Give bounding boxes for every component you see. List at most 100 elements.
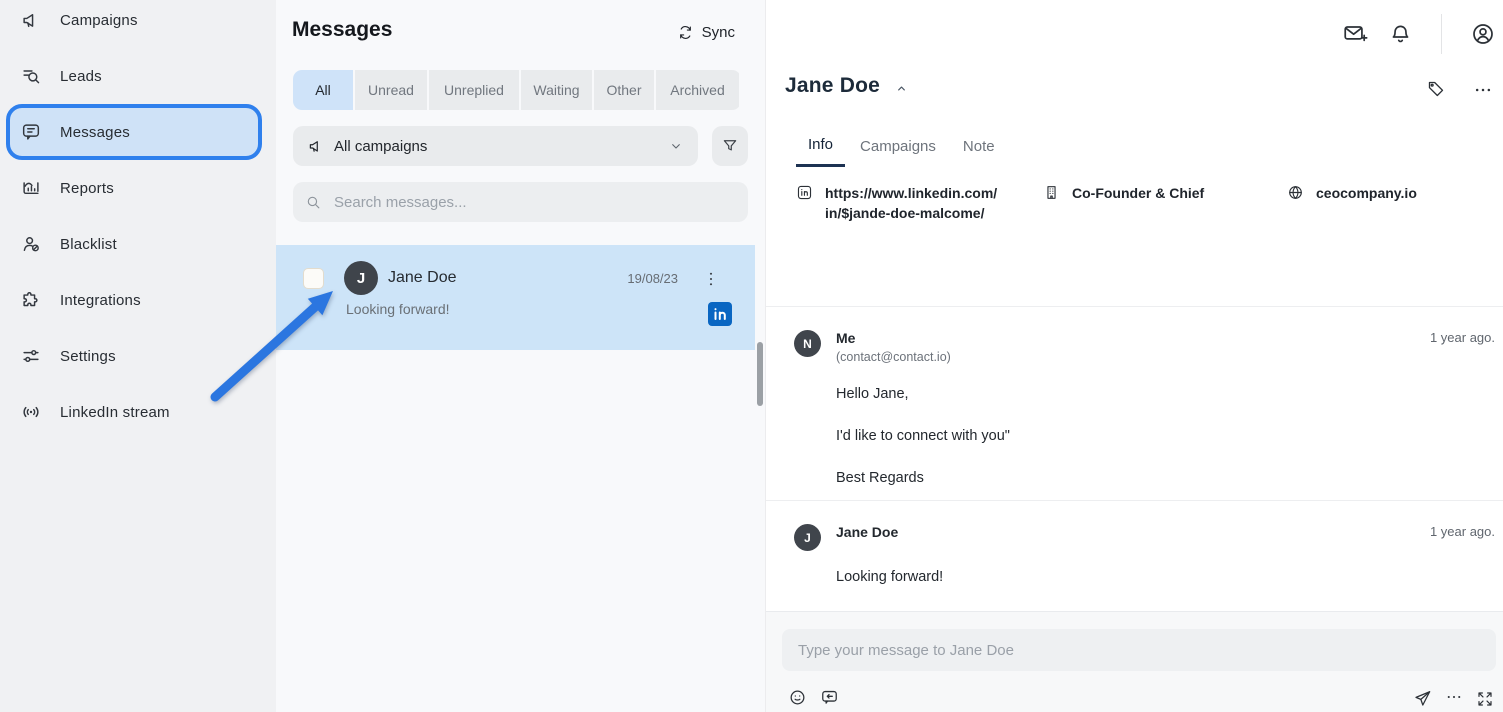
message-timestamp: 1 year ago.: [1430, 330, 1495, 345]
puzzle-icon: [20, 289, 42, 311]
linkedin-url-line: https://www.linkedin.com/: [825, 183, 1025, 203]
linkedin-icon: [796, 184, 813, 223]
composer: [766, 611, 1503, 712]
conversation-preview: Looking forward!: [346, 301, 450, 317]
sidebar-item-label: Integrations: [60, 292, 141, 309]
blocked-user-icon: [20, 233, 42, 255]
page-title: Messages: [292, 18, 392, 42]
contact-linkedin-url[interactable]: https://www.linkedin.com/ in/$jande-doe-…: [796, 183, 1025, 223]
send-icon: [1413, 689, 1432, 708]
sync-icon: [677, 24, 694, 41]
filter-tab-other[interactable]: Other: [594, 70, 654, 110]
message-sender: Me: [836, 330, 951, 346]
toolbar-divider: [1441, 14, 1442, 54]
tag-icon: [1426, 79, 1446, 99]
megaphone-icon: [20, 9, 42, 31]
search-icon: [305, 194, 322, 211]
app-window: Campaigns Leads Messages Reports: [0, 0, 1503, 712]
sidebar-item-reports[interactable]: Reports: [0, 160, 276, 216]
sidebar-item-leads[interactable]: Leads: [0, 48, 276, 104]
smiley-icon: [788, 688, 807, 707]
avatar: J: [344, 261, 378, 295]
sidebar-item-label: Reports: [60, 180, 114, 197]
conversation-checkbox[interactable]: [303, 268, 324, 289]
filter-tab-unread[interactable]: Unread: [355, 70, 427, 110]
building-icon: [1043, 184, 1060, 203]
sync-label: Sync: [702, 24, 735, 41]
account-button[interactable]: [1470, 21, 1496, 47]
sidebar-item-settings[interactable]: Settings: [0, 328, 276, 384]
top-toolbar: [1342, 14, 1496, 54]
sidebar-item-integrations[interactable]: Integrations: [0, 272, 276, 328]
message-item: N Me (contact@contact.io) 1 year ago. He…: [794, 330, 1495, 512]
sidebar: Campaigns Leads Messages Reports: [0, 0, 276, 712]
expand-icon: [1476, 690, 1494, 708]
sidebar-item-linkedin-stream[interactable]: LinkedIn stream: [0, 384, 276, 440]
saved-replies-button[interactable]: [820, 688, 839, 707]
filter-tab-all[interactable]: All: [293, 70, 353, 110]
lead-search-icon: [20, 65, 42, 87]
expand-button[interactable]: [1476, 690, 1494, 708]
linkedin-badge-icon: [708, 302, 732, 326]
sidebar-item-blacklist[interactable]: Blacklist: [0, 216, 276, 272]
contact-website[interactable]: ceocompany.io: [1287, 183, 1417, 203]
thread-panel: Jane Doe Info Campaigns Note: [765, 0, 1503, 712]
sidebar-item-label: Messages: [60, 124, 130, 141]
tab-note[interactable]: Note: [951, 136, 1007, 167]
emoji-button[interactable]: [788, 688, 807, 707]
message-line: Looking forward!: [836, 569, 1495, 585]
message-timestamp: 1 year ago.: [1430, 524, 1495, 539]
avatar: J: [794, 524, 821, 551]
scrollbar-thumb[interactable]: [757, 342, 763, 406]
collapse-contact-button[interactable]: [893, 80, 910, 97]
ellipsis-icon: [1445, 694, 1463, 709]
sidebar-item-messages[interactable]: Messages: [6, 104, 262, 160]
filter-button[interactable]: [712, 126, 748, 166]
thread-more-button[interactable]: [1473, 80, 1493, 103]
composer-left-tools: [788, 688, 839, 707]
message-line: I'd like to connect with you": [836, 428, 1495, 444]
sidebar-item-campaigns[interactable]: Campaigns: [0, 0, 276, 48]
conversation-item[interactable]: J Jane Doe 19/08/23 Looking forward!: [276, 245, 755, 350]
chevron-down-icon: [668, 138, 684, 154]
tag-button[interactable]: [1426, 79, 1446, 99]
send-button[interactable]: [1413, 689, 1432, 708]
sidebar-item-label: LinkedIn stream: [60, 404, 170, 421]
message-sender: Jane Doe: [836, 524, 898, 540]
sidebar-item-label: Leads: [60, 68, 102, 85]
message-sender-email: (contact@contact.io): [836, 350, 951, 364]
conversation-name: Jane Doe: [388, 269, 457, 287]
campaign-dropdown-value: All campaigns: [334, 138, 427, 155]
contact-tabs: Info Campaigns Note: [796, 136, 1007, 167]
tab-info[interactable]: Info: [796, 136, 845, 167]
search-input[interactable]: [332, 193, 736, 212]
message-item: J Jane Doe 1 year ago. Looking forward!: [794, 524, 1495, 611]
tab-campaigns[interactable]: Campaigns: [848, 136, 948, 167]
chart-icon: [20, 177, 42, 199]
filter-tab-archived[interactable]: Archived: [656, 70, 739, 110]
new-mail-button[interactable]: [1342, 21, 1370, 47]
sliders-icon: [20, 345, 42, 367]
linkedin-url-line: in/$jande-doe-malcome/: [825, 203, 1025, 223]
contact-name: Jane Doe: [785, 74, 880, 98]
conversation-date: 19/08/23: [627, 271, 678, 286]
divider: [766, 500, 1503, 501]
search-box: [293, 182, 748, 222]
mail-plus-icon: [1342, 21, 1370, 47]
composer-more-button[interactable]: [1445, 688, 1463, 709]
filter-tab-unreplied[interactable]: Unreplied: [429, 70, 519, 110]
message-input[interactable]: [782, 629, 1496, 671]
campaign-dropdown[interactable]: All campaigns: [293, 126, 698, 166]
sync-button[interactable]: Sync: [677, 24, 735, 41]
sidebar-item-label: Campaigns: [60, 12, 138, 29]
notifications-button[interactable]: [1388, 22, 1413, 47]
messages-panel: Messages Sync All Unread Unreplied Waiti…: [276, 0, 765, 712]
filter-tab-waiting[interactable]: Waiting: [521, 70, 592, 110]
ellipsis-icon: [1473, 88, 1493, 103]
conversation-menu-button[interactable]: [700, 268, 722, 293]
chat-bubble-icon: [20, 121, 42, 143]
funnel-icon: [721, 137, 739, 155]
globe-icon: [1287, 184, 1304, 203]
message-line: Best Regards: [836, 470, 1495, 486]
avatar: N: [794, 330, 821, 357]
